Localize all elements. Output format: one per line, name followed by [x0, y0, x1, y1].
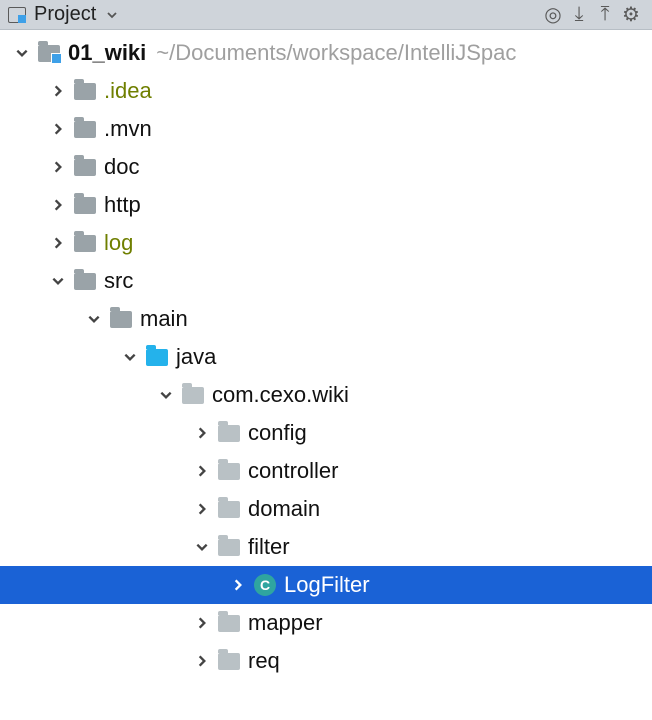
- folder-icon: [72, 117, 98, 141]
- upload-icon[interactable]: ⤒: [592, 3, 618, 26]
- tree-item-label: req: [248, 648, 280, 674]
- tree-item-java[interactable]: java: [0, 338, 652, 376]
- tree-item-mapper[interactable]: mapper: [0, 604, 652, 642]
- chevron-right-icon[interactable]: [44, 160, 72, 174]
- tree-item-label: .mvn: [104, 116, 152, 142]
- tree-item-mvn[interactable]: .mvn: [0, 110, 652, 148]
- tree-item-label: mapper: [248, 610, 323, 636]
- chevron-down-icon[interactable]: [44, 274, 72, 288]
- tree-item-label: filter: [248, 534, 290, 560]
- tree-item-idea[interactable]: .idea: [0, 72, 652, 110]
- chevron-right-icon[interactable]: [188, 426, 216, 440]
- tree-item-label: domain: [248, 496, 320, 522]
- folder-icon: [72, 231, 98, 255]
- tree-item-doc[interactable]: doc: [0, 148, 652, 186]
- chevron-right-icon[interactable]: [188, 502, 216, 516]
- chevron-right-icon[interactable]: [188, 654, 216, 668]
- tree-item-label: .idea: [104, 78, 152, 104]
- package-icon: [216, 535, 242, 559]
- tree-item-pkg[interactable]: com.cexo.wiki: [0, 376, 652, 414]
- tree-item-label: log: [104, 230, 133, 256]
- tree-root-row[interactable]: 01_wiki ~/Documents/workspace/IntelliJSp…: [0, 34, 652, 72]
- tree-item-label: com.cexo.wiki: [212, 382, 349, 408]
- chevron-down-icon[interactable]: [152, 388, 180, 402]
- package-icon: [216, 421, 242, 445]
- class-icon: C: [252, 573, 278, 597]
- tree-item-config[interactable]: config: [0, 414, 652, 452]
- tree-item-filter[interactable]: filter: [0, 528, 652, 566]
- project-icon: [8, 7, 26, 23]
- source-folder-icon: [144, 345, 170, 369]
- chevron-right-icon[interactable]: [44, 236, 72, 250]
- folder-icon: [72, 155, 98, 179]
- tree-item-label: http: [104, 192, 141, 218]
- package-icon: [216, 497, 242, 521]
- chevron-right-icon[interactable]: [188, 464, 216, 478]
- package-icon: [216, 649, 242, 673]
- chevron-down-icon[interactable]: [116, 350, 144, 364]
- folder-icon: [72, 193, 98, 217]
- folder-icon: [72, 79, 98, 103]
- tree-root-path: ~/Documents/workspace/IntelliJSpac: [156, 40, 516, 66]
- package-icon: [180, 383, 206, 407]
- chevron-down-icon: [106, 9, 118, 21]
- project-title: Project: [34, 3, 96, 26]
- tree-item-logfilter[interactable]: CLogFilter: [0, 566, 652, 604]
- chevron-down-icon[interactable]: [80, 312, 108, 326]
- project-dropdown[interactable]: Project: [34, 3, 118, 26]
- gear-icon[interactable]: ⚙: [618, 2, 644, 27]
- project-tree: 01_wiki ~/Documents/workspace/IntelliJSp…: [0, 30, 652, 684]
- tree-item-label: doc: [104, 154, 139, 180]
- tree-item-label: java: [176, 344, 216, 370]
- tree-item-label: LogFilter: [284, 572, 370, 598]
- chevron-right-icon[interactable]: [44, 122, 72, 136]
- folder-icon: [72, 269, 98, 293]
- download-icon[interactable]: ⤓: [566, 3, 592, 26]
- package-icon: [216, 459, 242, 483]
- tree-item-req[interactable]: req: [0, 642, 652, 680]
- tree-item-label: config: [248, 420, 307, 446]
- tree-item-label: src: [104, 268, 133, 294]
- folder-icon: [108, 307, 134, 331]
- chevron-down-icon[interactable]: [188, 540, 216, 554]
- tree-item-label: controller: [248, 458, 338, 484]
- tree-item-log[interactable]: log: [0, 224, 652, 262]
- project-toolbar: Project ◎ ⤓ ⤒ ⚙: [0, 0, 652, 30]
- chevron-right-icon[interactable]: [224, 578, 252, 592]
- tree-item-domain[interactable]: domain: [0, 490, 652, 528]
- target-icon[interactable]: ◎: [540, 2, 566, 27]
- tree-item-http[interactable]: http: [0, 186, 652, 224]
- tree-item-main[interactable]: main: [0, 300, 652, 338]
- tree-item-label: main: [140, 306, 188, 332]
- chevron-right-icon[interactable]: [188, 616, 216, 630]
- chevron-down-icon[interactable]: [8, 46, 36, 60]
- chevron-right-icon[interactable]: [44, 198, 72, 212]
- tree-root-label: 01_wiki: [68, 40, 146, 66]
- package-icon: [216, 611, 242, 635]
- folder-root-icon: [36, 41, 62, 65]
- tree-item-controller[interactable]: controller: [0, 452, 652, 490]
- tree-item-src[interactable]: src: [0, 262, 652, 300]
- chevron-right-icon[interactable]: [44, 84, 72, 98]
